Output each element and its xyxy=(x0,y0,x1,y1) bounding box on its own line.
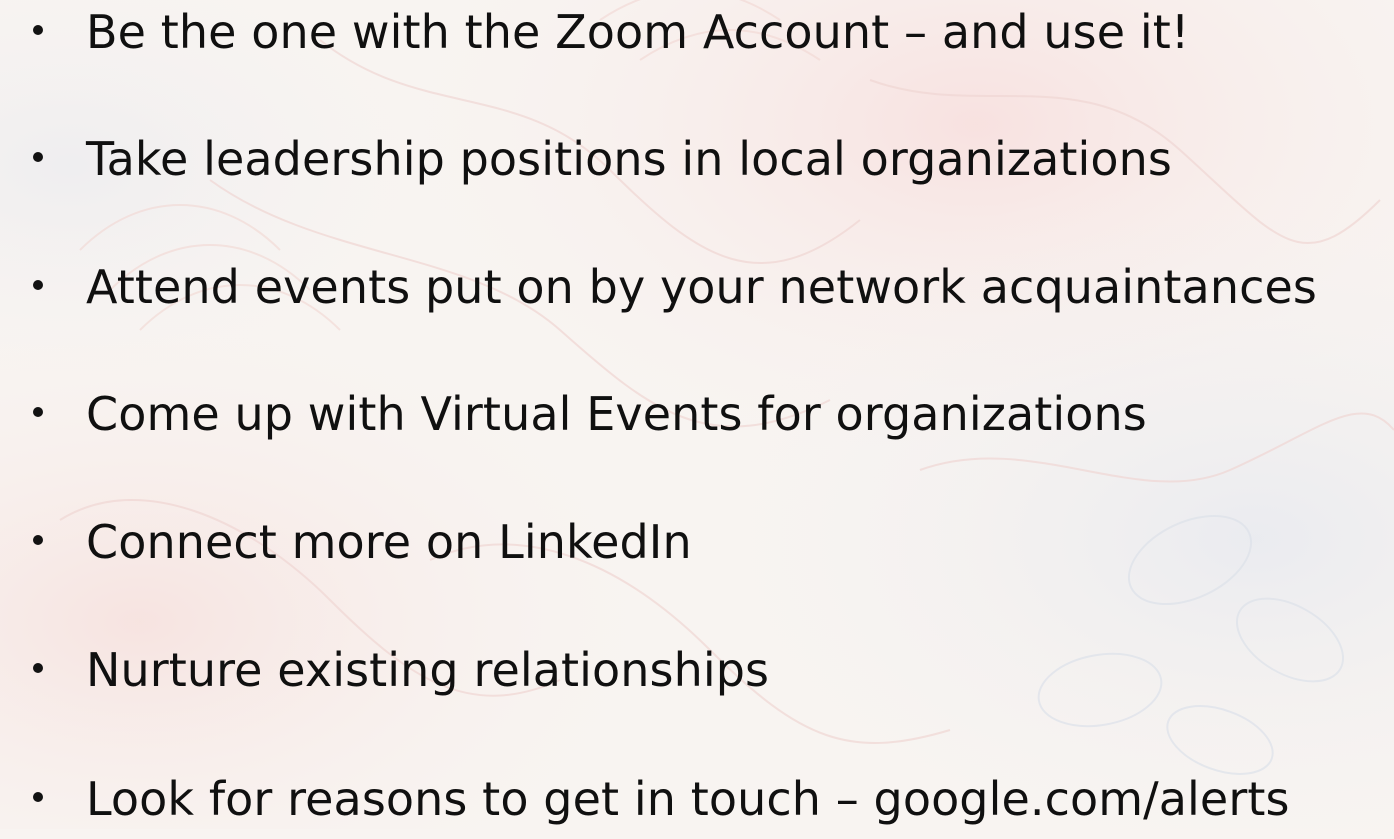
bullet-text-attend-events: Attend events put on by your network acq… xyxy=(86,260,1317,314)
bullet-text-zoom-account: Be the one with the Zoom Account – and u… xyxy=(86,5,1190,59)
bullet-dot-icon xyxy=(33,663,43,673)
bullet-dot-icon xyxy=(33,792,43,802)
bullet-text-linkedin: Connect more on LinkedIn xyxy=(86,515,692,569)
bullet-item-reasons-to-touch: Look for reasons to get in touch – googl… xyxy=(0,759,1394,839)
bullet-text-reasons-to-touch: Look for reasons to get in touch – googl… xyxy=(86,772,1290,826)
bullet-text-nurture-relationships: Nurture existing relationships xyxy=(86,643,770,697)
bullet-dot-icon xyxy=(33,407,43,417)
bullet-item-attend-events: Attend events put on by your network acq… xyxy=(0,247,1394,327)
slide-content: Be the one with the Zoom Account – and u… xyxy=(0,0,1394,829)
bullet-text-leadership: Take leadership positions in local organ… xyxy=(86,132,1172,186)
bullet-text-virtual-events: Come up with Virtual Events for organiza… xyxy=(86,387,1147,441)
bullet-item-virtual-events: Come up with Virtual Events for organiza… xyxy=(0,374,1394,454)
bullet-dot-icon xyxy=(33,280,43,290)
bullet-item-leadership: Take leadership positions in local organ… xyxy=(0,119,1394,199)
bullet-dot-icon xyxy=(33,535,43,545)
bullet-dot-icon xyxy=(33,25,43,35)
bullet-item-linkedin: Connect more on LinkedIn xyxy=(0,502,1394,582)
bullet-item-nurture-relationships: Nurture existing relationships xyxy=(0,630,1394,710)
bullet-dot-icon xyxy=(33,152,43,162)
bullet-item-zoom-account: Be the one with the Zoom Account – and u… xyxy=(0,0,1394,72)
